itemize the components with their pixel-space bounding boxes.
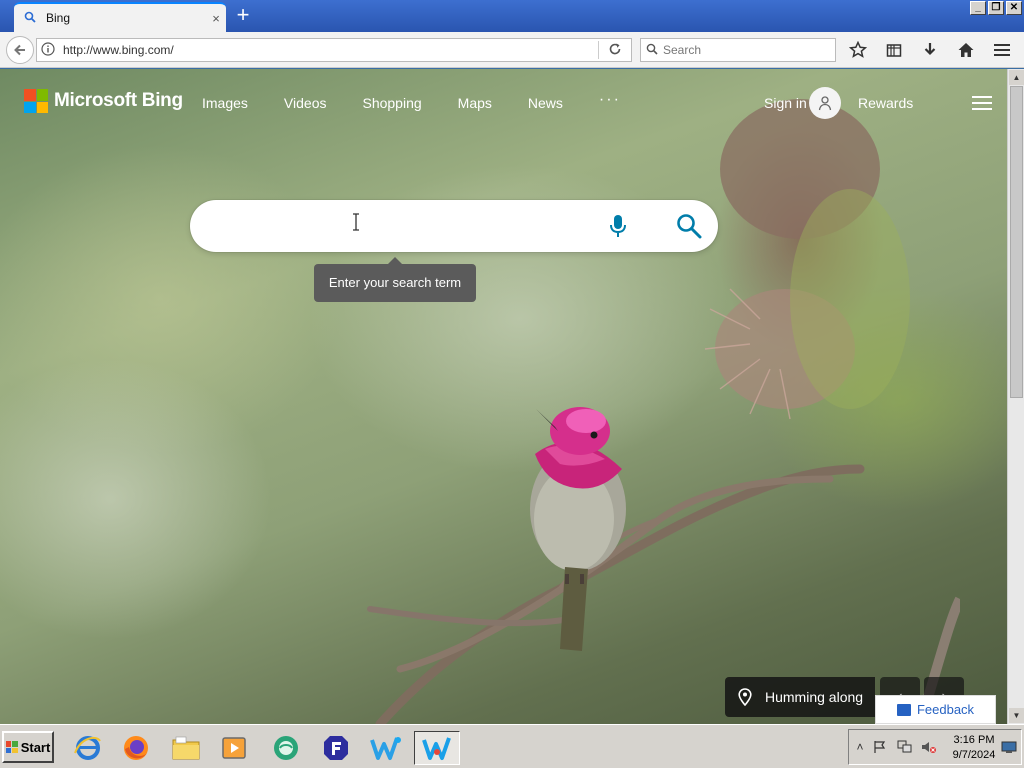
network-icon[interactable] <box>897 740 912 754</box>
download-icon[interactable] <box>916 38 944 62</box>
minimize-button[interactable]: _ <box>970 1 986 15</box>
firefox-icon[interactable] <box>118 731 154 765</box>
window-controls: _ ❐ ✕ <box>970 1 1022 15</box>
show-hidden-icons-chevron-icon[interactable]: ˄ <box>853 740 867 754</box>
active-app-w-icon[interactable] <box>414 731 460 765</box>
scope-videos[interactable]: Videos <box>284 95 327 111</box>
image-caption-text: Humming along <box>765 689 864 705</box>
search-icon <box>641 43 663 58</box>
windows-taskbar: Start ˄ 3:16 PM 9/7/2024 <box>0 724 1024 768</box>
start-button[interactable]: Start <box>2 731 54 763</box>
app-w-icon[interactable] <box>368 731 404 765</box>
reload-icon[interactable] <box>599 42 631 59</box>
clock-date: 9/7/2024 <box>952 749 996 761</box>
microsoft-bing-logo[interactable]: Microsoft Bing <box>24 89 183 113</box>
action-center-flag-icon[interactable] <box>873 740 887 754</box>
internet-explorer-icon[interactable] <box>70 731 106 765</box>
sign-in-link[interactable]: Sign in <box>764 95 807 111</box>
info-icon[interactable] <box>37 41 59 59</box>
logo-text: Microsoft Bing <box>54 90 183 111</box>
library-icon[interactable] <box>880 38 908 62</box>
rewards-link[interactable]: Rewards <box>858 95 913 111</box>
system-tray: ˄ 3:16 PM 9/7/2024 <box>848 729 1022 765</box>
scroll-up-arrow-icon[interactable]: ▲ <box>1009 70 1024 85</box>
show-desktop-icon[interactable] <box>1001 740 1017 754</box>
feedback-button[interactable]: Feedback <box>875 695 996 724</box>
close-window-button[interactable]: ✕ <box>1006 1 1022 15</box>
scroll-down-arrow-icon[interactable]: ▼ <box>1009 708 1024 723</box>
search-submit-icon[interactable] <box>676 213 702 239</box>
scope-news[interactable]: News <box>528 95 563 111</box>
scope-nav: Images Videos Shopping Maps News ··· <box>202 91 657 111</box>
file-explorer-icon[interactable] <box>168 731 204 765</box>
bookmark-star-icon[interactable] <box>844 38 872 62</box>
tab-bing[interactable]: Bing × <box>14 2 226 32</box>
start-label: Start <box>20 739 51 755</box>
restore-button[interactable]: ❐ <box>988 1 1004 15</box>
tab-title: Bing <box>46 11 71 25</box>
url-text[interactable]: http://www.bing.com/ <box>59 43 598 57</box>
app-f-icon[interactable] <box>318 731 354 765</box>
image-info-button[interactable]: Humming along <box>725 677 875 717</box>
clock-time: 3:16 PM <box>953 734 995 746</box>
settings-menu-icon[interactable] <box>972 96 992 112</box>
more-scopes-button[interactable]: ··· <box>599 91 621 111</box>
bing-homepage: Microsoft Bing Images Videos Shopping Ma… <box>0 69 1007 724</box>
chat-app-icon[interactable] <box>268 731 304 765</box>
location-pin-icon <box>725 688 765 706</box>
windows-flag-icon <box>5 741 18 753</box>
menu-hamburger-icon[interactable] <box>988 38 1016 62</box>
search-tooltip: Enter your search term <box>314 257 476 302</box>
clock[interactable]: 3:16 PM 9/7/2024 <box>949 733 999 763</box>
user-avatar-icon[interactable] <box>809 87 841 119</box>
back-button[interactable] <box>6 36 34 64</box>
address-bar[interactable]: http://www.bing.com/ <box>36 38 632 62</box>
scope-images[interactable]: Images <box>202 95 248 111</box>
media-player-icon[interactable] <box>216 731 252 765</box>
volume-muted-icon[interactable] <box>921 740 936 754</box>
scope-maps[interactable]: Maps <box>458 95 492 111</box>
scope-shopping[interactable]: Shopping <box>362 95 421 111</box>
browser-navbar: http://www.bing.com/ Search <box>0 32 1024 68</box>
feedback-label: Feedback <box>916 702 975 717</box>
microphone-icon[interactable] <box>608 214 628 238</box>
text-cursor-icon <box>353 213 359 231</box>
browser-titlebar: Bing × + _ ❐ ✕ <box>0 0 1024 32</box>
bing-search-box[interactable] <box>190 200 718 252</box>
back-arrow-icon <box>14 44 25 56</box>
bing-favicon-icon <box>24 11 38 25</box>
new-tab-button[interactable]: + <box>232 4 254 26</box>
feedback-icon <box>896 703 911 716</box>
browser-search-bar[interactable]: Search <box>640 38 836 62</box>
tab-close-icon[interactable]: × <box>206 11 226 26</box>
browser-search-placeholder: Search <box>663 43 702 57</box>
search-input[interactable] <box>210 212 600 240</box>
page-scrollbar[interactable]: ▲ ▼ <box>1007 69 1024 724</box>
microsoft-logo-icon <box>24 89 48 113</box>
scrollbar-thumb[interactable] <box>1010 86 1023 398</box>
bing-header: Microsoft Bing Images Videos Shopping Ma… <box>0 69 1007 135</box>
toolbar-icons <box>844 38 1016 62</box>
home-icon[interactable] <box>952 38 980 62</box>
